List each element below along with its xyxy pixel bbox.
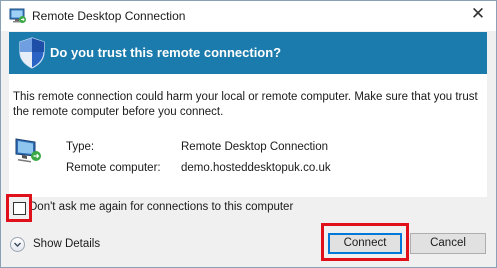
remote-desktop-icon [9,8,26,23]
type-label: Type: [66,141,95,153]
title-bar: Remote Desktop Connection ✕ [1,1,496,31]
show-details-label[interactable]: Show Details [33,238,100,250]
remote-computer-label: Remote computer: [66,162,161,174]
close-icon: ✕ [470,4,486,23]
connect-highlight-box [321,223,409,261]
window-title: Remote Desktop Connection [32,9,186,23]
checkbox-highlight-box [6,194,32,222]
shield-icon [19,37,45,69]
trust-banner: Do you trust this remote connection? [9,32,487,74]
cancel-button[interactable]: Cancel [410,233,486,254]
close-button[interactable]: ✕ [463,3,493,27]
dialog-window: Remote Desktop Connection ✕ Do you trust… [0,0,497,268]
banner-title: Do you trust this remote connection? [50,45,282,60]
chevron-down-icon[interactable] [10,237,25,252]
content-panel: This remote connection could harm your l… [9,74,487,197]
dont-ask-label[interactable]: Don't ask me again for connections to th… [29,201,293,213]
monitor-icon [15,138,41,163]
type-value: Remote Desktop Connection [181,141,329,153]
remote-computer-value: demo.hosteddesktopuk.co.uk [181,162,331,174]
warning-text: This remote connection could harm your l… [13,91,478,118]
